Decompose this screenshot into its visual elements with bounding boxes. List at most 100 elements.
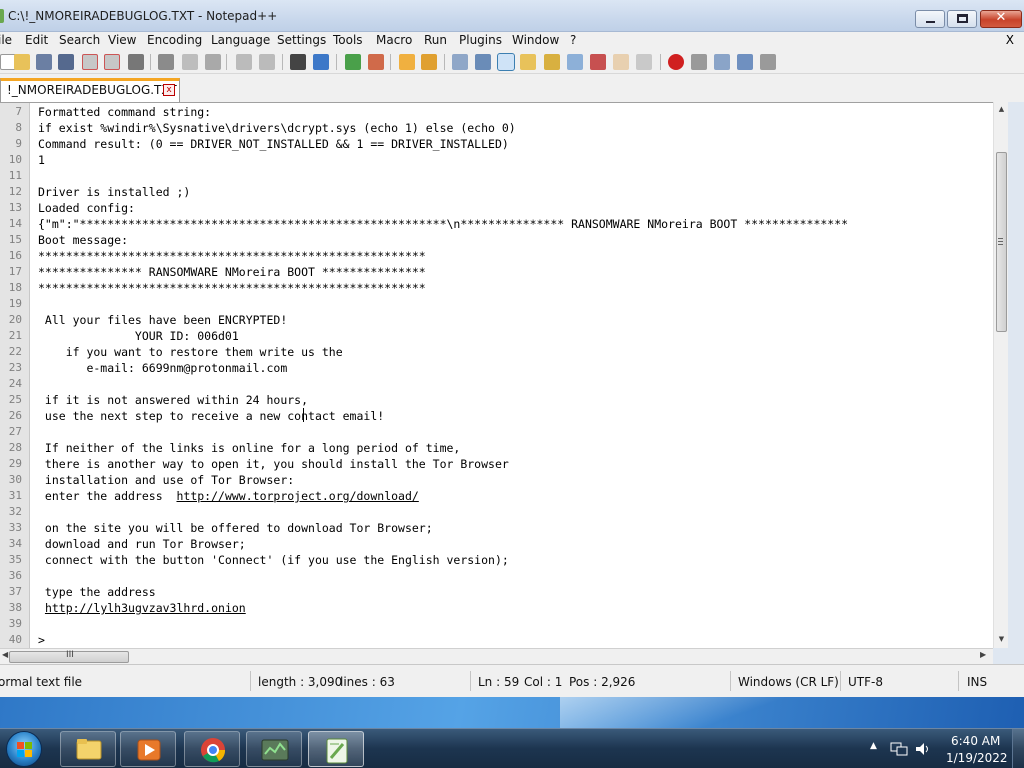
record-macro-icon[interactable] <box>668 54 684 70</box>
close-document-button[interactable]: X <box>1006 33 1014 47</box>
scroll-down-icon[interactable]: ▼ <box>994 632 1009 646</box>
monitoring-icon[interactable] <box>613 54 629 70</box>
line-number[interactable]: 34 <box>0 536 22 552</box>
close-button[interactable]: ✕ <box>980 10 1022 28</box>
line-number[interactable]: 10 <box>0 152 22 168</box>
menu-tools[interactable]: Tools <box>333 33 363 47</box>
menu-help[interactable]: ? <box>570 33 576 47</box>
taskbar-media-player-button[interactable] <box>120 731 176 767</box>
notepadpp-app-icon[interactable] <box>0 9 4 23</box>
run-macro-multiple-icon[interactable] <box>737 54 753 70</box>
code-line[interactable]: e-mail: 6699nm@protonmail.com <box>38 360 287 376</box>
play-macro-icon[interactable] <box>714 54 730 70</box>
code-line[interactable]: ****************************************… <box>38 280 426 296</box>
menu-plugins[interactable]: Plugins <box>459 33 502 47</box>
code-line[interactable]: ****************************************… <box>38 248 426 264</box>
open-file-icon[interactable] <box>14 54 30 70</box>
function-list-icon[interactable] <box>567 54 583 70</box>
show-desktop-button[interactable] <box>1012 729 1024 768</box>
code-line[interactable]: Driver is installed ;) <box>38 184 190 200</box>
line-number[interactable]: 8 <box>0 120 22 136</box>
stop-macro-icon[interactable] <box>691 54 707 70</box>
line-number[interactable]: 11 <box>0 168 22 184</box>
code-line[interactable]: > <box>38 632 45 648</box>
menu-edit[interactable]: Edit <box>25 33 48 47</box>
scroll-right-icon[interactable]: ▶ <box>980 650 986 659</box>
code-line[interactable]: type the address <box>38 584 156 600</box>
maximize-button[interactable] <box>947 10 977 28</box>
undo-icon[interactable] <box>236 54 252 70</box>
status-encoding[interactable]: UTF-8 <box>848 675 883 689</box>
line-number[interactable]: 39 <box>0 616 22 632</box>
code-line[interactable]: 1 <box>38 152 45 168</box>
menu-language[interactable]: Language <box>211 33 270 47</box>
menu-search[interactable]: Search <box>59 33 100 47</box>
print-icon[interactable] <box>128 54 144 70</box>
code-line[interactable]: if you want to restore them write us the <box>38 344 343 360</box>
menu-file[interactable]: ile <box>0 33 12 47</box>
editor[interactable]: 7 8 9 10 11 12 13 14 15 16 17 18 19 20 21 22 23 24 25 26 27 2… <box>0 102 1008 648</box>
desktop-background[interactable] <box>0 697 1024 728</box>
indent-guide-icon[interactable] <box>497 53 515 71</box>
url-link[interactable]: http://www.torproject.org/download/ <box>176 489 418 503</box>
preview-eye-icon[interactable] <box>636 54 652 70</box>
replace-icon[interactable] <box>313 54 329 70</box>
line-number[interactable]: 18 <box>0 280 22 296</box>
cut-icon[interactable] <box>158 54 174 70</box>
code-line[interactable]: If neither of the links is online for a … <box>38 440 460 456</box>
tab-debuglog[interactable]: !_NMOREIRADEBUGLOG.TXT x <box>0 78 180 102</box>
line-number[interactable]: 9 <box>0 136 22 152</box>
code-line[interactable]: {"m":"**********************************… <box>38 216 848 232</box>
menu-macro[interactable]: Macro <box>376 33 412 47</box>
close-file-icon[interactable] <box>82 54 98 70</box>
code-line[interactable]: use the next step to receive a new conta… <box>38 408 384 424</box>
line-number[interactable]: 16 <box>0 248 22 264</box>
line-number[interactable]: 32 <box>0 504 22 520</box>
code-line[interactable]: enter the address http://www.torproject.… <box>38 488 419 504</box>
show-all-chars-icon[interactable] <box>475 54 491 70</box>
horizontal-scroll-thumb[interactable]: III <box>9 650 129 663</box>
code-line[interactable]: on the site you will be offered to downl… <box>38 520 433 536</box>
line-number[interactable]: 15 <box>0 232 22 248</box>
line-number[interactable]: 29 <box>0 456 22 472</box>
line-number[interactable]: 31 <box>0 488 22 504</box>
menu-encoding[interactable]: Encoding <box>147 33 202 47</box>
url-link[interactable]: http://lylh3ugvzav3lhrd.onion <box>45 601 246 615</box>
line-number[interactable]: 37 <box>0 584 22 600</box>
user-language-icon[interactable] <box>520 54 536 70</box>
save-icon[interactable] <box>36 54 52 70</box>
scroll-up-icon[interactable]: ▲ <box>994 102 1009 116</box>
start-button[interactable] <box>6 731 42 767</box>
copy-icon[interactable] <box>182 54 198 70</box>
menu-view[interactable]: View <box>108 33 136 47</box>
line-number[interactable]: 27 <box>0 424 22 440</box>
save-all-icon[interactable] <box>58 54 74 70</box>
code-line[interactable]: if it is not answered within 24 hours, <box>38 392 308 408</box>
line-number[interactable]: 7 <box>0 104 22 120</box>
sync-horizontal-icon[interactable] <box>421 54 437 70</box>
code-line[interactable]: Boot message: <box>38 232 128 248</box>
minimize-button[interactable] <box>915 10 945 28</box>
find-icon[interactable] <box>290 54 306 70</box>
line-number[interactable]: 33 <box>0 520 22 536</box>
save-macro-icon[interactable] <box>760 54 776 70</box>
line-number[interactable]: 13 <box>0 200 22 216</box>
redo-icon[interactable] <box>259 54 275 70</box>
vertical-scrollbar[interactable]: ▲ ▼ <box>993 102 1008 648</box>
code-line[interactable]: Command result: (0 == DRIVER_NOT_INSTALL… <box>38 136 509 152</box>
code-line[interactable]: connect with the button 'Connect' (if yo… <box>38 552 509 568</box>
code-line[interactable]: YOUR ID: 006d01 <box>38 328 239 344</box>
taskbar-task-manager-button[interactable] <box>246 731 302 767</box>
line-number[interactable]: 40 <box>0 632 22 648</box>
code-line[interactable]: download and run Tor Browser; <box>38 536 246 552</box>
clock-date[interactable]: 1/19/2022 <box>946 751 1008 765</box>
status-eol[interactable]: Windows (CR LF) <box>738 675 839 689</box>
zoom-out-icon[interactable] <box>368 54 384 70</box>
menu-run[interactable]: Run <box>424 33 447 47</box>
code-line[interactable]: if exist %windir%\Sysnative\drivers\dcry… <box>38 120 516 136</box>
code-line[interactable]: Loaded config: <box>38 200 135 216</box>
taskbar-explorer-button[interactable] <box>60 731 116 767</box>
line-number[interactable]: 28 <box>0 440 22 456</box>
doc-map-icon[interactable] <box>544 54 560 70</box>
line-number[interactable]: 21 <box>0 328 22 344</box>
